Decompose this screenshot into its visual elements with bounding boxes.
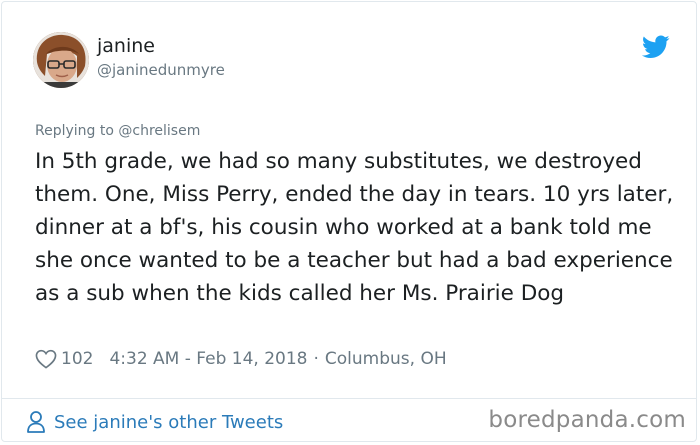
see-other-tweets-link[interactable]: See janine's other Tweets xyxy=(26,408,283,436)
tweet-meta: 102 4:32 AM - Feb 14, 2018 · Columbus, O… xyxy=(35,346,447,372)
see-other-tweets-label: See janine's other Tweets xyxy=(54,411,284,433)
tweet-location[interactable]: Columbus, OH xyxy=(325,349,447,369)
avatar[interactable] xyxy=(33,32,89,88)
heart-icon[interactable] xyxy=(35,349,57,369)
like-count[interactable]: 102 xyxy=(61,349,93,369)
footer-divider xyxy=(2,398,696,399)
boredpanda-watermark: boredpanda.com xyxy=(488,407,686,433)
author-display-name[interactable]: janine xyxy=(97,35,155,57)
person-icon xyxy=(27,411,45,433)
replying-to[interactable]: Replying to @chrelisem xyxy=(35,122,200,140)
tweet-timestamp[interactable]: 4:32 AM - Feb 14, 2018 xyxy=(109,349,307,369)
tweet-text: In 5th grade, we had so many substitutes… xyxy=(35,149,674,306)
avatar-image xyxy=(33,32,89,88)
author-handle[interactable]: @janinedunmyre xyxy=(97,61,225,79)
meta-separator: · xyxy=(313,349,319,369)
tweet-card: janine @janinedunmyre Replying to @chrel… xyxy=(1,1,697,442)
twitter-bird-icon[interactable] xyxy=(642,35,670,59)
